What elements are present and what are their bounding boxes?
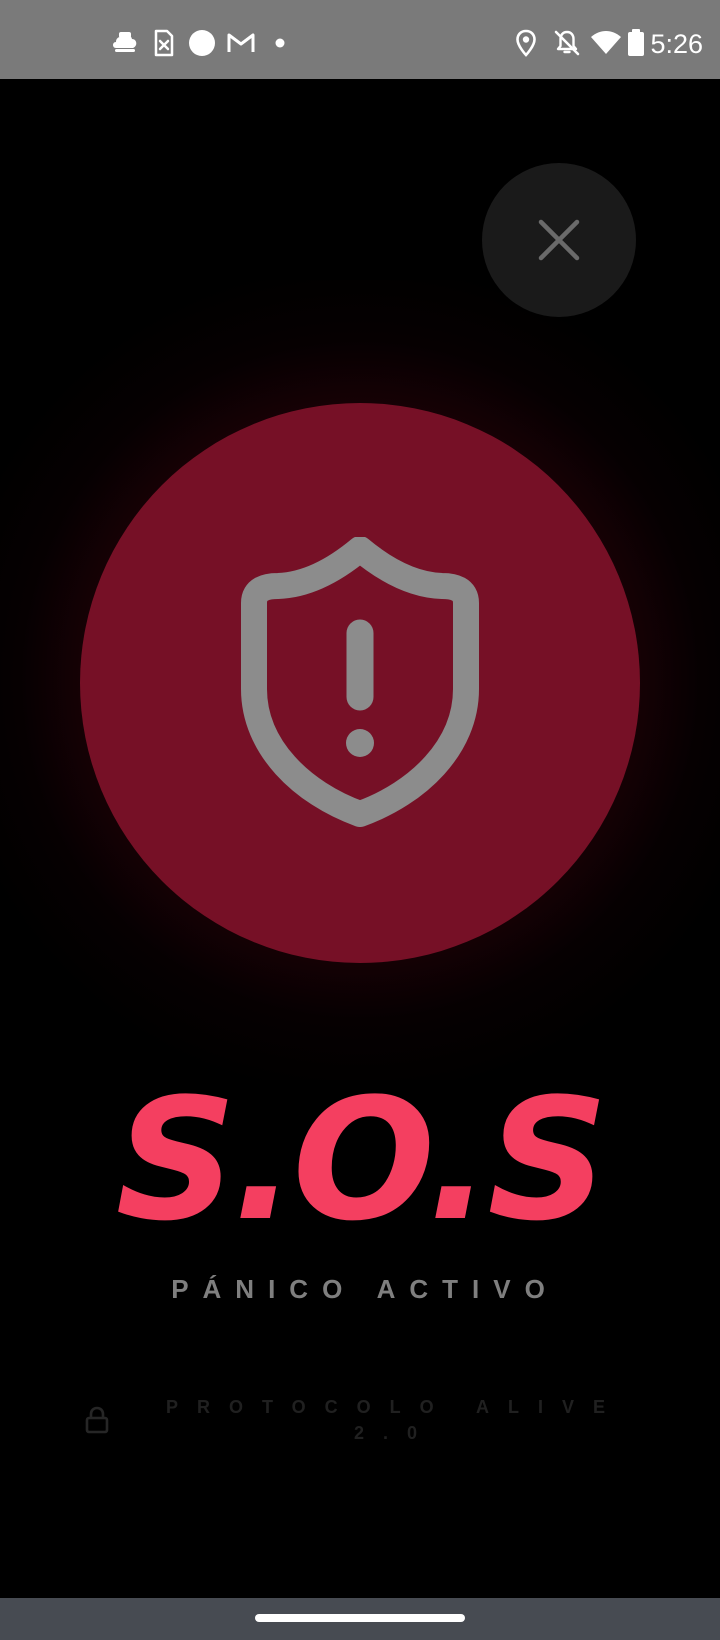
sos-title: S.O.S	[115, 1062, 609, 1258]
status-bar: 5:26	[0, 0, 720, 79]
sim-card-x-icon	[154, 29, 174, 57]
sos-screen: 5:26 S.O.S PÁNICO ACTIVO PROTOCOLO ALIVE…	[0, 0, 720, 1640]
location-icon	[516, 29, 536, 57]
home-gesture-handle[interactable]	[255, 1614, 465, 1622]
status-time: 5:26	[650, 29, 703, 59]
battery-icon	[628, 29, 644, 56]
panic-button[interactable]	[80, 403, 640, 963]
gmail-icon	[227, 33, 255, 52]
protocol-label: PROTOCOLO ALIVE 2.0	[165, 1397, 624, 1443]
circle-icon	[189, 30, 215, 56]
panic-status-label: PÁNICO ACTIVO	[171, 1274, 559, 1304]
close-button[interactable]	[482, 163, 636, 317]
close-icon	[538, 219, 580, 261]
cloud-hat-icon	[113, 32, 137, 52]
wifi-icon	[591, 31, 621, 54]
shield-alert-icon	[241, 537, 479, 827]
bell-off-icon	[554, 30, 580, 56]
protocol-footer: PROTOCOLO ALIVE 2.0	[80, 1390, 640, 1450]
dot-icon	[275, 38, 285, 48]
navigation-bar	[0, 1598, 720, 1640]
